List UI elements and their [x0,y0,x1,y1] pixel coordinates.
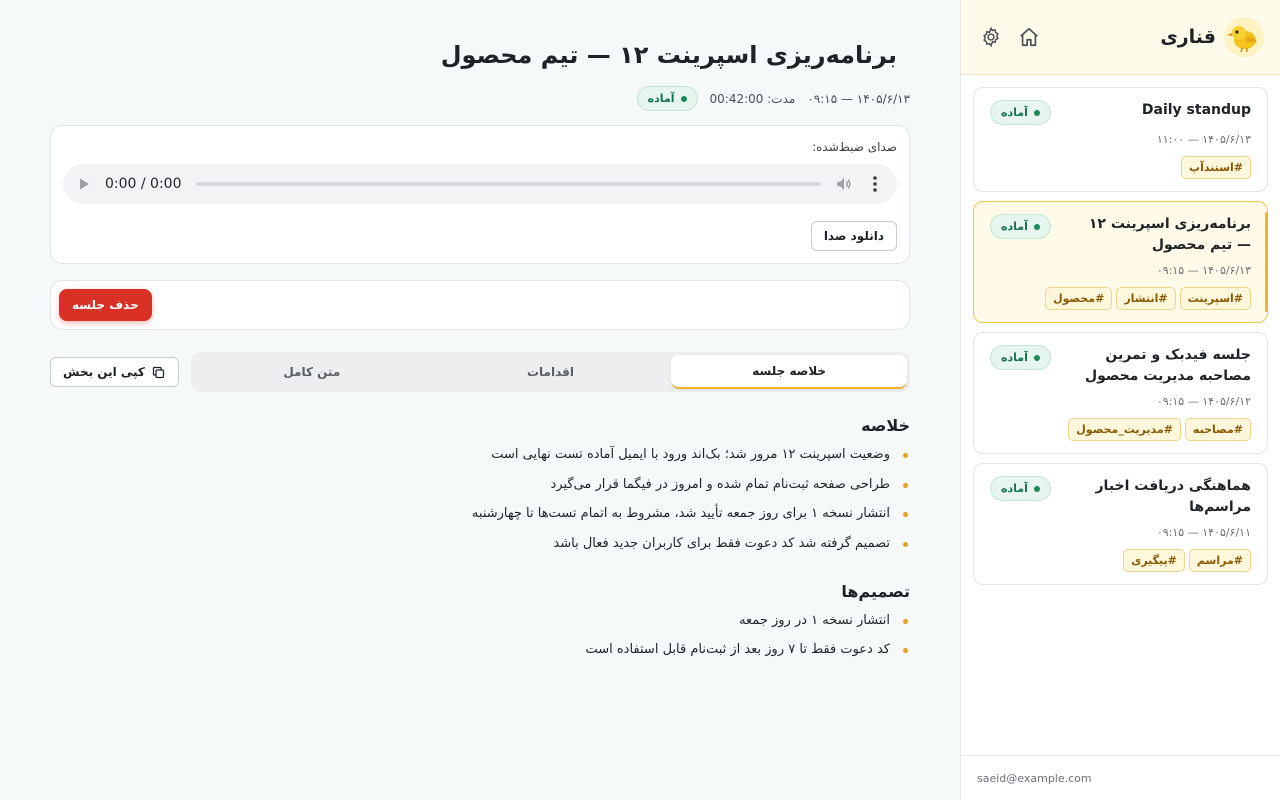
brand[interactable]: قناری [1160,17,1264,57]
meeting-tags: #اسپرینت #انتشار #محصول [990,287,1251,310]
status-badge: آماده [990,345,1051,370]
tag[interactable]: #محصول [1045,287,1113,310]
tag[interactable]: #اسپرینت [1179,287,1251,310]
meeting-card-active[interactable]: برنامه‌ریزی اسپرینت ۱۲ — تیم محصول آماده… [973,201,1268,323]
meeting-duration: مدت: 00:42:00 [709,91,796,106]
tag[interactable]: #مصاحبه [1184,418,1251,441]
play-icon[interactable] [77,177,91,191]
status-label: آماده [1001,351,1028,364]
status-dot-icon [680,95,687,102]
tab-list: خلاصه جلسه اقدامات متن کامل [190,352,910,392]
meeting-datetime: ۱۴۰۵/۶/۱۳ — ۰۹:۱۵ [807,91,910,106]
meeting-date: ۱۴۰۵/۶/۱۳ — ۰۹:۱۵ [1156,264,1251,277]
meeting-date: ۱۴۰۵/۶/۱۲ — ۰۹:۱۵ [1156,395,1251,408]
status-badge: آماده [990,476,1051,501]
list-item: تصمیم گرفته شد کد دعوت فقط برای کاربران … [50,534,910,554]
tabs-row: خلاصه جلسه اقدامات متن کامل کپی این بخش [50,352,910,392]
list-item: کد دعوت فقط تا ۷ روز بعد از ثبت‌نام قابل… [50,640,910,660]
list-item: طراحی صفحه ثبت‌نام تمام شده و امروز در ف… [50,475,910,495]
meeting-card[interactable]: هماهنگی دریافت اخبار مراسم‌ها آماده ۱۴۰۵… [973,463,1268,585]
tag[interactable]: #استندآپ [1181,156,1251,179]
tag[interactable]: #پیگیری [1123,549,1185,572]
list-item: وضعیت اسپرینت ۱۲ مرور شد؛ بک‌اند ورود با… [50,445,910,465]
summary-heading: خلاصه [861,416,910,435]
copy-section-button[interactable]: کپی این بخش [50,357,179,387]
tab-summary[interactable]: خلاصه جلسه [671,355,907,389]
status-badge: آماده [990,214,1051,239]
meeting-list: Daily standup آماده ۱۴۰۵/۶/۱۳ — ۱۱:۰۰ #ا… [961,75,1280,585]
canary-bird-icon [1224,17,1264,57]
meeting-title: هماهنگی دریافت اخبار مراسم‌ها [1095,478,1252,515]
tab-actions[interactable]: اقدامات [433,355,669,389]
status-label: آماده [647,92,675,105]
tag[interactable]: #انتشار [1116,287,1176,310]
status-badge: آماده [636,86,698,111]
app-name: قناری [1160,26,1216,48]
delete-meeting-button[interactable]: حذف جلسه [59,289,152,321]
danger-zone: حذف جلسه [50,280,910,330]
meeting-card[interactable]: جلسه فیدبک و تمرین مصاحبه مدیریت محصول آ… [973,332,1268,454]
meeting-detail: برنامه‌ریزی اسپرینت ۱۲ — تیم محصول ۱۴۰۵/… [0,0,960,800]
tab-transcript[interactable]: متن کامل [194,355,430,389]
gear-icon[interactable] [979,25,1003,49]
status-label: آماده [1001,220,1028,233]
status-dot-icon [1033,354,1040,361]
sidebar: قناری Daily standup آماده ۱۴۰۵/۶/۱۳ — ۱۱… [960,0,1280,800]
sidebar-footer: saeid@example.com [961,755,1280,800]
status-dot-icon [1033,109,1040,116]
home-icon[interactable] [1017,25,1041,49]
audio-player: 0:00 / 0:00 [63,164,897,204]
summary-list: وضعیت اسپرینت ۱۲ مرور شد؛ بک‌اند ورود با… [50,445,910,554]
audio-time: 0:00 / 0:00 [105,176,182,192]
status-dot-icon [1033,485,1040,492]
meeting-title: برنامه‌ریزی اسپرینت ۱۲ — تیم محصول [1088,216,1251,253]
more-vertical-icon[interactable] [867,175,883,193]
status-label: آماده [1001,106,1028,119]
decisions-list: انتشار نسخه ۱ در روز جمعه کد دعوت فقط تا… [50,611,910,661]
audio-seek-bar[interactable] [195,182,821,186]
audio-label: صدای ضبط‌شده: [812,140,897,154]
meeting-tags: #استندآپ [990,156,1251,179]
meeting-tags: #مراسم #پیگیری [990,549,1251,572]
status-badge: آماده [990,100,1051,125]
copy-label: کپی این بخش [63,365,145,379]
list-item: انتشار نسخه ۱ برای روز جمعه تأیید شد، مش… [50,504,910,524]
volume-icon[interactable] [835,175,853,193]
sidebar-header: قناری [961,0,1280,75]
copy-icon [151,365,166,380]
meeting-card[interactable]: Daily standup آماده ۱۴۰۵/۶/۱۳ — ۱۱:۰۰ #ا… [973,87,1268,192]
meeting-title: Daily standup [1141,102,1251,118]
list-item: انتشار نسخه ۱ در روز جمعه [50,611,910,631]
decisions-heading: تصمیم‌ها [841,581,910,601]
tag[interactable]: #مراسم [1188,549,1251,572]
meeting-tags: #مصاحبه #مدیریت_محصول [990,418,1251,441]
header-actions [979,25,1041,49]
meeting-meta: ۱۴۰۵/۶/۱۳ — ۰۹:۱۵ مدت: 00:42:00 آماده [50,86,910,111]
download-audio-button[interactable]: دانلود صدا [810,221,897,251]
user-email: saeid@example.com [977,771,1092,785]
status-label: آماده [1001,482,1028,495]
audio-card: صدای ضبط‌شده: 0:00 / 0:00 دانلود صد [50,125,910,264]
meeting-date: ۱۴۰۵/۶/۱۱ — ۰۹:۱۵ [1156,526,1251,539]
status-dot-icon [1033,223,1040,230]
tag[interactable]: #مدیریت_محصول [1068,418,1181,441]
meeting-title: جلسه فیدبک و تمرین مصاحبه مدیریت محصول [1084,347,1251,384]
meeting-date: ۱۴۰۵/۶/۱۳ — ۱۱:۰۰ [1156,133,1251,146]
page-title: برنامه‌ریزی اسپرینت ۱۲ — تیم محصول [440,41,897,69]
